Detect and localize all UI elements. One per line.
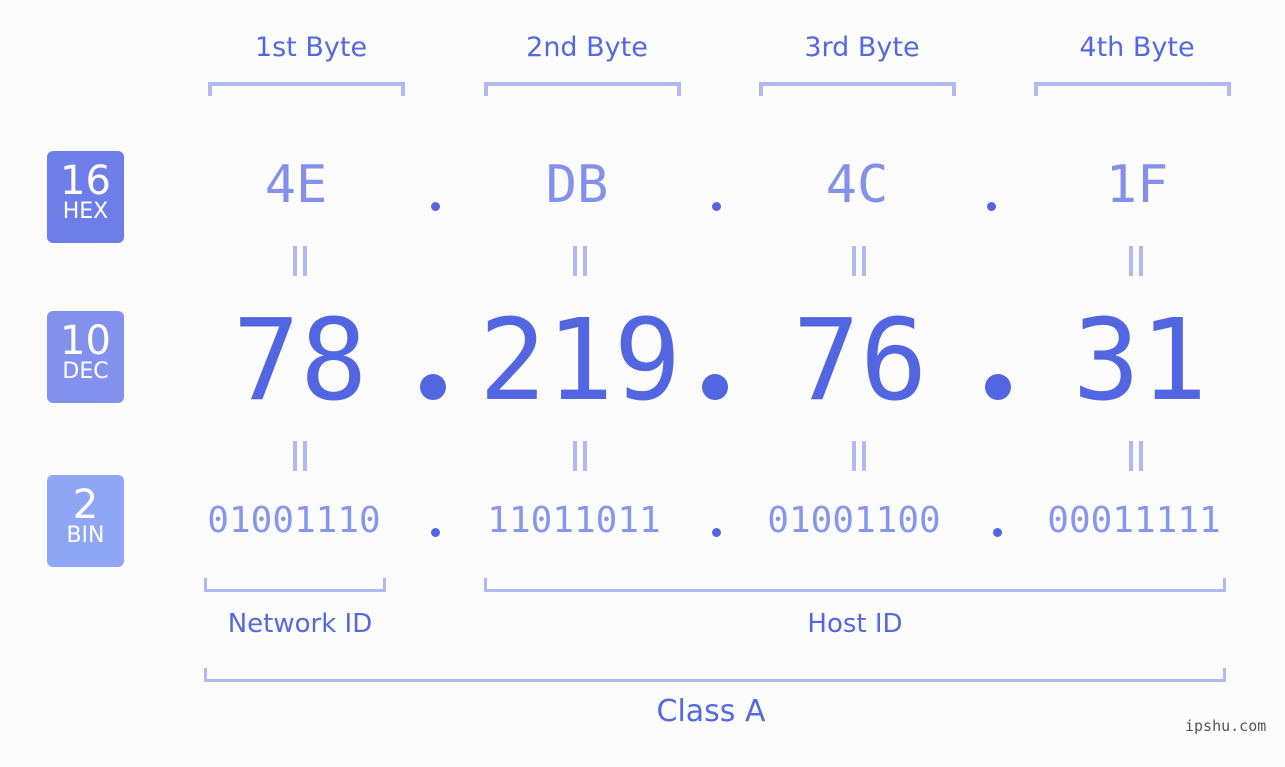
hex-value-2: DB [545,155,609,215]
dec-value-2: 219 [478,296,682,426]
host-id-bracket [484,578,1226,592]
bin-badge-number: 2 [72,482,99,528]
dec-dot-1 [420,374,446,400]
host-id-label: Host ID [807,609,903,639]
byte-bracket-4 [1034,82,1231,96]
byte-label-1: 1st Byte [254,32,368,63]
byte-bracket-1 [208,82,405,96]
equals-icon [293,441,307,471]
byte-bracket-3 [759,82,956,96]
class-label: Class A [656,694,766,729]
hex-value-1: 4E [264,155,328,215]
watermark: ipshu.com [1185,717,1267,735]
bin-dot-2 [712,528,721,537]
dec-badge: 10 DEC [47,311,124,403]
network-id-label: Network ID [227,609,373,639]
hex-dot-1 [431,202,440,211]
network-id-bracket [204,578,386,592]
bin-value-3: 01001100 [767,500,941,541]
byte-label-4: 4th Byte [1079,32,1195,63]
equals-icon [1129,441,1143,471]
hex-badge-number: 16 [60,158,111,204]
dec-badge-number: 10 [60,318,111,364]
dec-value-3: 76 [792,296,928,426]
hex-badge-label: HEX [62,199,109,224]
hex-dot-3 [987,202,996,211]
equals-icon [573,246,587,276]
hex-dot-2 [712,202,721,211]
equals-icon [852,246,866,276]
dec-value-4: 31 [1072,296,1208,426]
class-bracket [204,668,1226,682]
bin-badge-label: BIN [66,523,105,548]
hex-value-4: 1F [1105,155,1169,215]
byte-label-2: 2nd Byte [526,32,648,63]
equals-icon [573,441,587,471]
dec-dot-2 [702,374,728,400]
dec-value-1: 78 [232,296,368,426]
dec-dot-3 [985,374,1011,400]
equals-icon [1129,246,1143,276]
byte-label-3: 3rd Byte [804,32,920,63]
dec-badge-label: DEC [62,359,109,384]
bin-dot-1 [431,528,440,537]
bin-dot-3 [993,528,1002,537]
bin-badge: 2 BIN [47,475,124,567]
bin-value-2: 11011011 [487,500,661,541]
equals-icon [852,441,866,471]
hex-badge: 16 HEX [47,151,124,243]
equals-icon [293,246,307,276]
bin-value-4: 00011111 [1047,500,1221,541]
byte-bracket-2 [484,82,681,96]
hex-value-3: 4C [825,155,889,215]
bin-value-1: 01001110 [207,500,381,541]
